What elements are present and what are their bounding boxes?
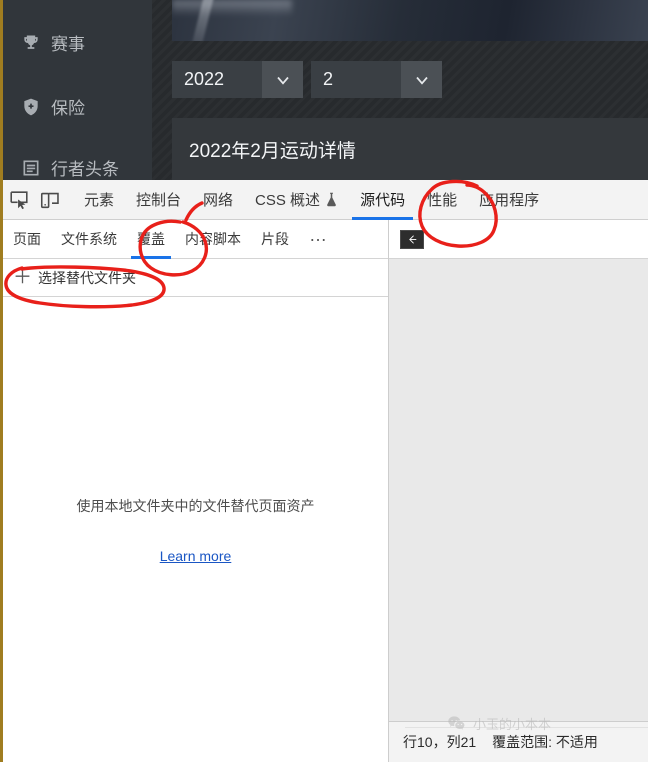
detail-card: 2022年2月运动详情 [172, 118, 648, 180]
month-select[interactable]: 2 [311, 61, 442, 98]
trophy-icon [21, 33, 41, 53]
subtab-label: 覆盖 [137, 231, 165, 247]
cursor-position-status: 行10，列21 [403, 734, 477, 750]
sidebar-item-label: 赛事 [51, 35, 85, 54]
subtab-label: 片段 [261, 231, 289, 247]
list-icon [21, 158, 41, 178]
tab-network[interactable]: 网络 [192, 180, 244, 220]
sidebar-item-headlines[interactable]: 行者头条 [21, 155, 119, 180]
collapse-navigator-icon[interactable] [400, 229, 424, 249]
tab-application[interactable]: 应用程序 [468, 180, 550, 220]
learn-more-link[interactable]: Learn more [160, 548, 232, 564]
sources-navigator-tabbar: 页面 文件系统 覆盖 内容脚本 片段 … [3, 220, 388, 259]
devtools-main-tabbar: 元素 控制台 网络 CSS 概述 源代码 性能 应用程序 [0, 180, 648, 220]
page-content-area: 2022 2 2022年2月运动详情 [152, 0, 648, 180]
web-page-under-test: 赛事 保险 行者头条 2022 2 2022年2月运动详情 [0, 0, 648, 180]
chevron-down-icon[interactable] [262, 61, 303, 98]
month-select-value: 2 [311, 61, 401, 98]
subtab-label: 页面 [13, 231, 41, 247]
select-overrides-folder-label: 选择替代文件夹 [38, 269, 137, 286]
subtab-page[interactable]: 页面 [3, 220, 51, 259]
tab-performance[interactable]: 性能 [416, 180, 468, 220]
sidebar-item-insurance[interactable]: 保险 [21, 94, 85, 119]
shield-plus-icon [21, 97, 41, 117]
select-overrides-folder-button[interactable]: ＋ 选择替代文件夹 [3, 259, 146, 297]
tab-label: 应用程序 [479, 192, 540, 209]
sidebar-item-events[interactable]: 赛事 [21, 30, 85, 55]
year-select-value: 2022 [172, 61, 262, 98]
sidebar-item-label: 保险 [51, 99, 85, 118]
detail-title: 2022年2月运动详情 [189, 141, 356, 162]
empty-state-message: 使用本地文件夹中的文件替代页面资产 [76, 497, 315, 514]
subtab-label: … [309, 225, 329, 245]
subtab-label: 文件系统 [61, 231, 117, 247]
sources-editor-pane [389, 220, 648, 762]
editor-toolbar [389, 220, 648, 259]
editor-status-bar: 行10，列21 覆盖范围: 不适用 [389, 721, 648, 762]
editor-empty-body [389, 259, 648, 762]
inspect-element-icon[interactable] [3, 180, 34, 220]
subtab-snippets[interactable]: 片段 [251, 220, 299, 259]
tab-css-overview[interactable]: CSS 概述 [244, 180, 349, 220]
tab-console[interactable]: 控制台 [125, 180, 192, 220]
devtools-left-accent-bar [0, 180, 3, 762]
subtab-filesystem[interactable]: 文件系统 [51, 220, 127, 259]
tab-label: CSS 概述 [255, 192, 321, 209]
hero-photo [172, 0, 648, 41]
year-select[interactable]: 2022 [172, 61, 303, 98]
chevron-down-icon[interactable] [401, 61, 442, 98]
tab-label: 控制台 [136, 192, 182, 209]
tab-label: 性能 [427, 192, 458, 209]
subtab-label: 内容脚本 [185, 231, 241, 247]
device-toolbar-icon[interactable] [34, 180, 65, 220]
overrides-toolbar: ＋ 选择替代文件夹 [3, 259, 388, 297]
subtab-overrides[interactable]: 覆盖 [127, 220, 175, 259]
coverage-status: 覆盖范围: 不适用 [492, 734, 598, 750]
tab-label: 源代码 [360, 192, 406, 209]
tab-elements[interactable]: 元素 [73, 180, 125, 220]
tab-label: 网络 [203, 192, 234, 209]
overrides-empty-state: 使用本地文件夹中的文件替代页面资产 Learn more [3, 297, 388, 762]
tab-label: 元素 [84, 192, 115, 209]
devtools-panel: 元素 控制台 网络 CSS 概述 源代码 性能 应用程序 页面 文件系统 覆盖 … [0, 180, 648, 762]
plus-icon: ＋ [13, 267, 33, 288]
subtab-more-icon[interactable]: … [299, 220, 339, 259]
sidebar-item-label: 行者头条 [51, 160, 119, 179]
tab-sources[interactable]: 源代码 [349, 180, 416, 220]
page-sidebar: 赛事 保险 行者头条 [3, 0, 152, 180]
subtab-content-scripts[interactable]: 内容脚本 [175, 220, 251, 259]
experiment-flask-icon [325, 192, 338, 207]
